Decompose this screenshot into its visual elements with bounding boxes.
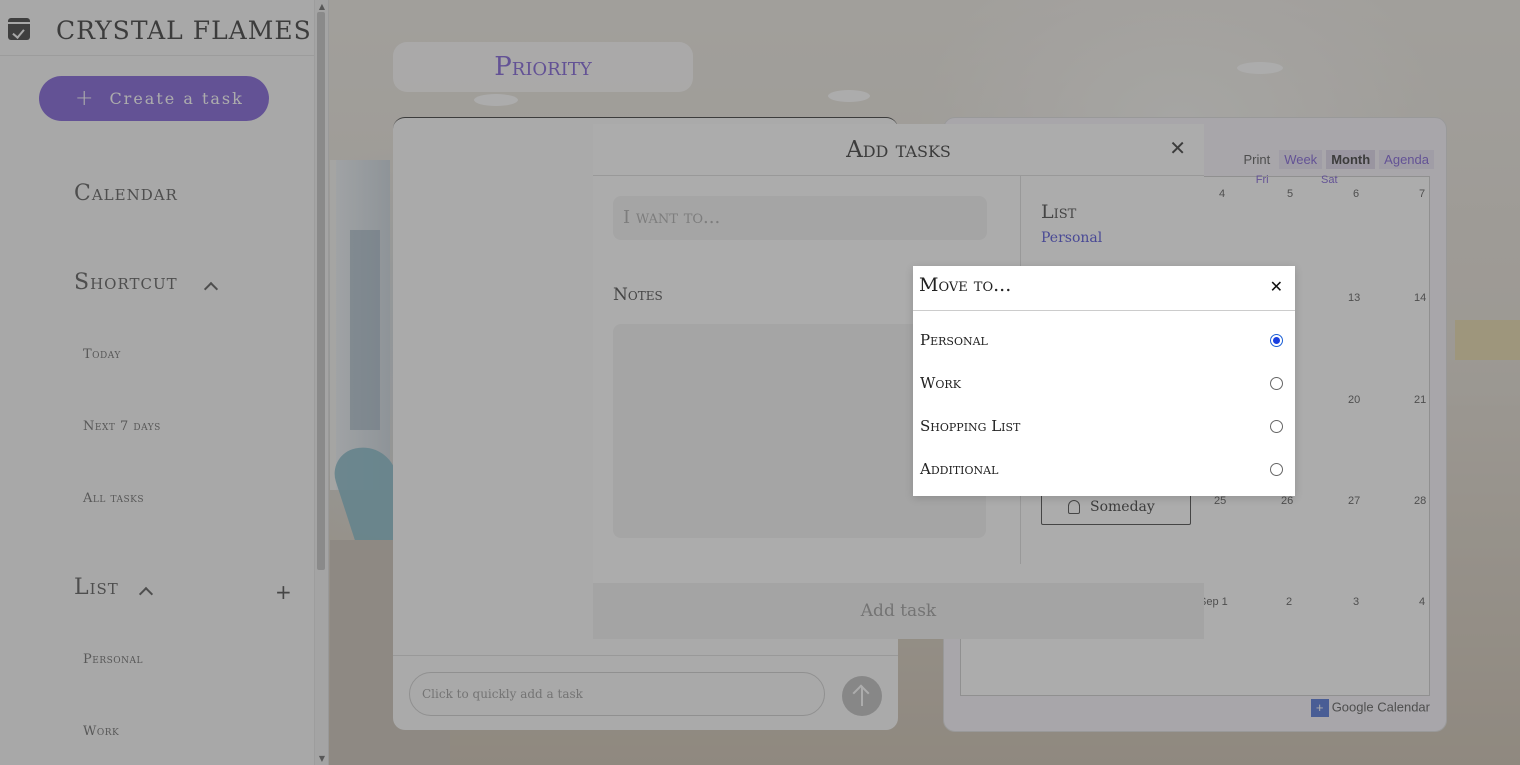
move-option-personal[interactable]: Personal xyxy=(913,319,1295,362)
radio-button[interactable] xyxy=(1270,420,1283,433)
option-label: Additional xyxy=(920,460,999,478)
dialog-header: Move to... ✕ xyxy=(913,266,1295,311)
move-option-additional[interactable]: Additional xyxy=(913,448,1295,491)
radio-button[interactable] xyxy=(1270,334,1283,347)
move-to-dialog: Move to... ✕ Personal Work Shopping List… xyxy=(913,266,1295,496)
option-label: Work xyxy=(920,374,961,392)
radio-button[interactable] xyxy=(1270,463,1283,476)
radio-button[interactable] xyxy=(1270,377,1283,390)
option-label: Personal xyxy=(920,331,988,349)
option-label: Shopping List xyxy=(920,417,1021,435)
dialog-title: Move to... xyxy=(919,274,1012,296)
move-option-shopping-list[interactable]: Shopping List xyxy=(913,405,1295,448)
close-icon[interactable]: ✕ xyxy=(1270,277,1283,296)
move-option-work[interactable]: Work xyxy=(913,362,1295,405)
